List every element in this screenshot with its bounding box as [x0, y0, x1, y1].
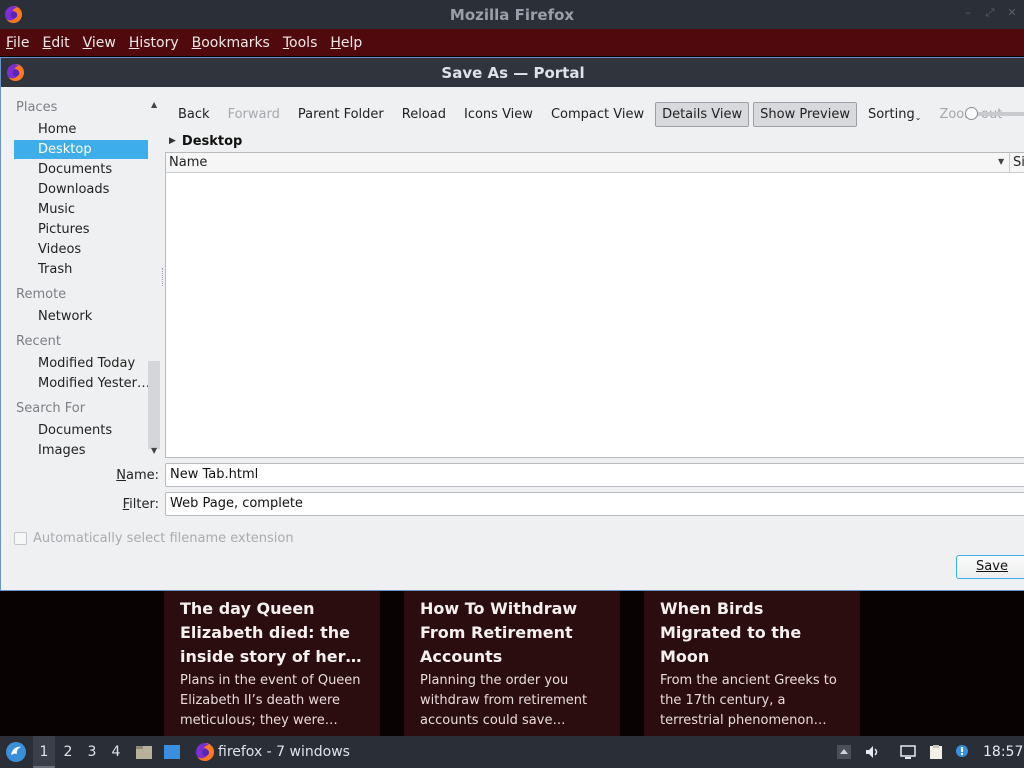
reload-button[interactable]: Reload [395, 102, 453, 127]
file-list-header: Name ▼ Si [166, 153, 1024, 173]
sort-indicator-icon: ▼ [998, 157, 1005, 166]
taskbar: 1 2 3 4 firefox - 7 windows 18:57 [0, 736, 1024, 768]
menu-view[interactable]: View [83, 35, 116, 51]
places-item-downloads[interactable]: Downloads [14, 180, 148, 199]
story-title[interactable]: The day Queen Elizabeth died: the inside… [180, 597, 364, 669]
network-icon[interactable] [900, 744, 916, 760]
compact-view-button[interactable]: Compact View [544, 102, 651, 127]
save-as-dialog: Save As — Portal Places Home Desktop Doc… [0, 57, 1024, 591]
workspace-3[interactable]: 3 [81, 736, 103, 768]
menu-help[interactable]: Help [330, 35, 362, 51]
auto-extension-label: Automatically select filename extension [33, 531, 294, 546]
file-toolbar: Back Forward Parent Folder Reload Icons … [171, 102, 1013, 127]
places-item-modified-yesterday[interactable]: Modified Yester… [14, 374, 149, 393]
firefox-taskbar-icon[interactable] [195, 742, 215, 762]
places-item-pictures[interactable]: Pictures [14, 220, 148, 239]
clipboard-icon[interactable] [928, 744, 944, 760]
window-title: Mozilla Firefox [449, 6, 575, 24]
tray-arrow-icon[interactable] [836, 744, 852, 760]
places-item-search-documents[interactable]: Documents [14, 421, 148, 440]
story-excerpt: Plans in the event of Queen Elizabeth II… [180, 673, 361, 728]
sorting-label: Sorting [867, 107, 915, 122]
menu-file[interactable]: File [6, 35, 29, 51]
places-item-home[interactable]: Home [14, 120, 148, 139]
workspace-2[interactable]: 2 [57, 736, 79, 768]
places-item-videos[interactable]: Videos [14, 240, 148, 259]
story-excerpt: Planning the order you withdraw from ret… [420, 673, 588, 728]
places-item-documents[interactable]: Documents [14, 160, 148, 179]
close-icon[interactable]: ✕ [1006, 7, 1018, 19]
places-item-trash[interactable]: Trash [14, 260, 148, 279]
chevron-right-icon: ▶ [169, 136, 176, 146]
filter-label: Filter: [122, 497, 159, 512]
start-menu-icon[interactable] [5, 741, 27, 763]
menu-edit[interactable]: Edit [42, 35, 69, 51]
column-header-size[interactable]: Si [1013, 155, 1024, 170]
volume-icon[interactable] [864, 744, 880, 760]
file-manager-icon[interactable] [135, 743, 153, 761]
breadcrumb-current[interactable]: Desktop [182, 134, 242, 149]
auto-extension-checkbox[interactable] [14, 532, 27, 545]
forward-button[interactable]: Forward [221, 102, 287, 127]
menu-bar: File Edit View History Bookmarks Tools H… [0, 29, 1024, 56]
workspace-4[interactable]: 4 [105, 736, 127, 768]
menu-history[interactable]: History [129, 35, 179, 51]
filename-input[interactable]: New Tab.html [165, 463, 1024, 487]
notification-icon[interactable] [954, 744, 970, 760]
zoom-slider-handle[interactable] [965, 107, 978, 120]
name-label: Name: [116, 468, 159, 483]
places-item-desktop[interactable]: Desktop [14, 140, 148, 159]
breadcrumb[interactable]: ▶ Desktop [169, 132, 242, 150]
story-card[interactable]: How To Withdraw From Retirement Accounts… [404, 591, 620, 736]
places-scrollbar[interactable]: ▲ ▼ [148, 98, 162, 460]
dialog-title: Save As — Portal [441, 64, 585, 82]
auto-extension-option[interactable]: Automatically select filename extension [14, 531, 294, 546]
menu-bookmarks[interactable]: Bookmarks [192, 35, 270, 51]
places-heading: Places [16, 100, 58, 115]
places-item-search-images[interactable]: Images [14, 441, 148, 460]
story-card[interactable]: The day Queen Elizabeth died: the inside… [164, 591, 380, 736]
details-view-button[interactable]: Details View [655, 102, 750, 127]
scroll-down-icon[interactable]: ▼ [151, 446, 157, 455]
places-item-music[interactable]: Music [14, 200, 148, 219]
story-title[interactable]: How To Withdraw From Retirement Accounts [420, 597, 604, 669]
scroll-up-icon[interactable]: ▲ [151, 100, 157, 109]
workspace-1[interactable]: 1 [33, 736, 55, 768]
column-header-name[interactable]: Name [169, 155, 207, 170]
dialog-titlebar: Save As — Portal [1, 58, 1024, 87]
places-item-network[interactable]: Network [14, 307, 148, 326]
remote-heading: Remote [16, 287, 67, 302]
window-titlebar: Mozilla Firefox – ⤢ ✕ [0, 0, 1024, 29]
filter-select[interactable]: Web Page, complete [165, 492, 1024, 516]
story-card[interactable]: When Birds Migrated to the Moon From the… [644, 591, 860, 736]
search-for-heading: Search For [16, 401, 86, 416]
maximize-icon[interactable]: ⤢ [984, 7, 996, 19]
zoom-slider[interactable] [965, 107, 1024, 121]
clock[interactable]: 18:57 [983, 744, 1023, 760]
chevron-down-icon: ⌄ [914, 113, 922, 122]
scrollbar-thumb[interactable] [148, 361, 160, 449]
minimize-icon[interactable]: – [962, 7, 974, 19]
places-item-modified-today[interactable]: Modified Today [14, 354, 148, 373]
icons-view-button[interactable]: Icons View [457, 102, 540, 127]
story-title[interactable]: When Birds Migrated to the Moon [660, 597, 844, 669]
story-excerpt: From the ancient Greeks to the 17th cent… [660, 673, 837, 728]
save-button[interactable]: Save [956, 555, 1024, 579]
column-divider[interactable] [1009, 153, 1010, 173]
show-preview-button[interactable]: Show Preview [753, 102, 857, 127]
show-desktop-icon[interactable] [163, 743, 181, 761]
menu-tools[interactable]: Tools [283, 35, 318, 51]
browser-page-content: The day Queen Elizabeth died: the inside… [0, 591, 1024, 736]
back-button[interactable]: Back [171, 102, 217, 127]
sorting-button[interactable]: Sorting⌄ [861, 102, 928, 127]
places-panel: Places Home Desktop Documents Downloads … [12, 96, 149, 460]
parent-folder-button[interactable]: Parent Folder [291, 102, 391, 127]
recent-heading: Recent [16, 334, 61, 349]
file-list[interactable]: Name ▼ Si [165, 152, 1024, 458]
taskbar-app-label[interactable]: firefox - 7 windows [218, 744, 350, 760]
